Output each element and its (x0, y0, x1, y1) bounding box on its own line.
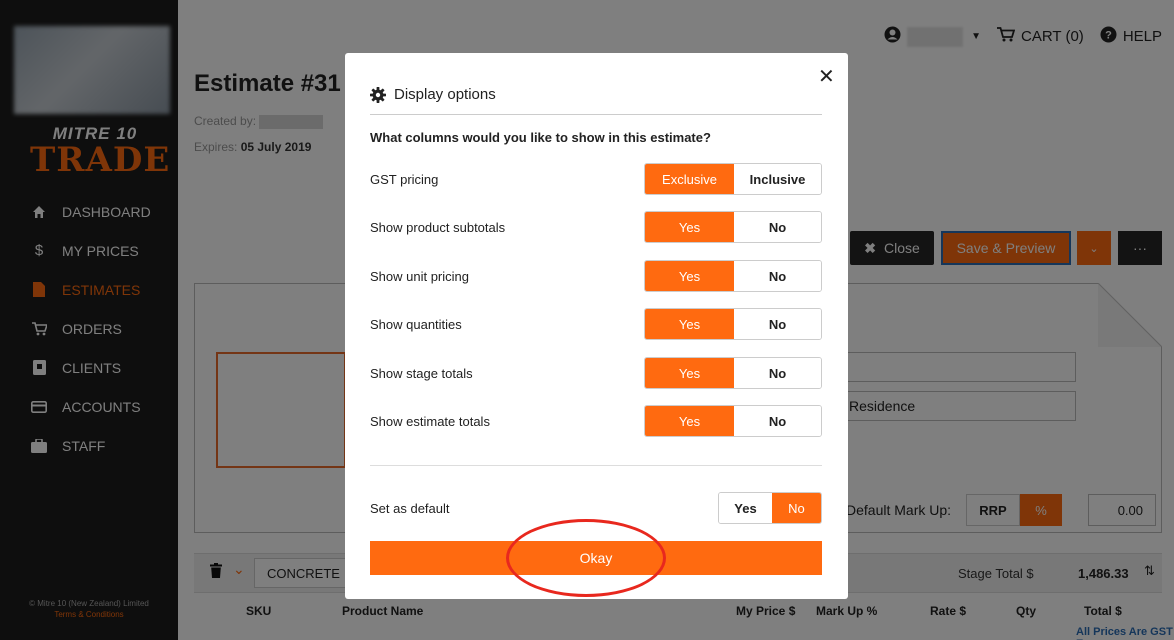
unit-pricing-toggle: Yes No (644, 260, 822, 292)
estimate-totals-yes[interactable]: Yes (645, 406, 734, 436)
quantities-yes[interactable]: Yes (645, 309, 734, 339)
product-subtotals-yes[interactable]: Yes (645, 212, 734, 242)
gst-pricing-toggle: Exclusive Inclusive (644, 163, 822, 195)
product-subtotals-toggle: Yes No (644, 211, 822, 243)
modal-question: What columns would you like to show in t… (370, 130, 711, 145)
gst-inclusive-option[interactable]: Inclusive (733, 164, 821, 194)
option-label-gst-pricing: GST pricing (370, 172, 439, 187)
option-label-quantities: Show quantities (370, 317, 462, 332)
modal-divider (370, 465, 822, 466)
product-subtotals-no[interactable]: No (733, 212, 821, 242)
estimate-totals-toggle: Yes No (644, 405, 822, 437)
option-label-stage-totals: Show stage totals (370, 366, 473, 381)
annotation-circle (506, 519, 666, 597)
option-label-estimate-totals: Show estimate totals (370, 414, 490, 429)
option-label-set-default: Set as default (370, 501, 450, 516)
modal-title-text: Display options (394, 86, 496, 103)
option-label-product-subtotals: Show product subtotals (370, 220, 506, 235)
stage-totals-toggle: Yes No (644, 357, 822, 389)
gear-icon (370, 86, 386, 103)
close-icon[interactable]: ✕ (818, 64, 835, 89)
unit-pricing-yes[interactable]: Yes (645, 261, 734, 291)
unit-pricing-no[interactable]: No (733, 261, 821, 291)
estimate-totals-no[interactable]: No (733, 406, 821, 436)
modal-divider (370, 114, 822, 115)
modal-title: Display options (370, 86, 496, 103)
stage-totals-no[interactable]: No (733, 358, 821, 388)
gst-exclusive-option[interactable]: Exclusive (645, 164, 734, 194)
quantities-toggle: Yes No (644, 308, 822, 340)
set-default-toggle: Yes No (718, 492, 822, 524)
set-default-no[interactable]: No (771, 493, 821, 523)
set-default-yes[interactable]: Yes (719, 493, 772, 523)
option-label-unit-pricing: Show unit pricing (370, 269, 469, 284)
stage-totals-yes[interactable]: Yes (645, 358, 734, 388)
quantities-no[interactable]: No (733, 309, 821, 339)
